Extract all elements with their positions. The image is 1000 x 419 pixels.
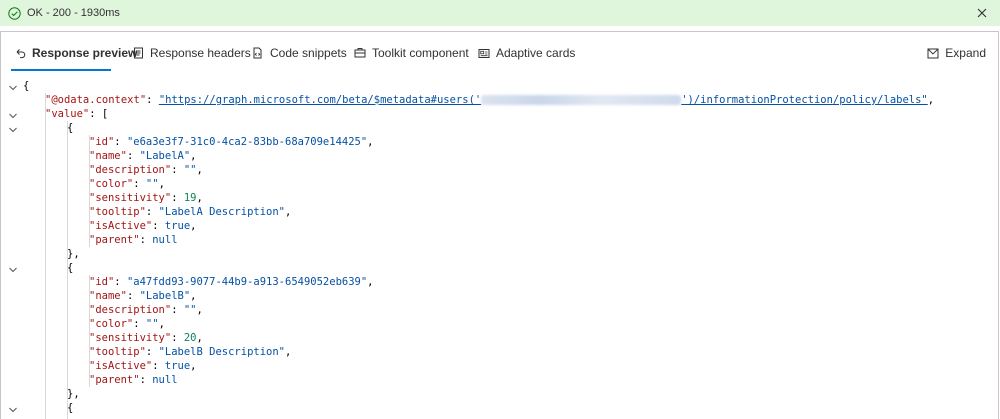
json-object-close: }, [67,248,80,260]
json-line-sensitivity: "sensitivity": 19, [89,192,203,204]
fold-chevron-icon[interactable] [8,83,18,93]
document-icon [131,46,145,60]
json-line-id: "id": "e6a3e3f7-31c0-4ca2-83bb-68a709e14… [89,136,374,148]
response-panel: Response preview Response headers Code s… [0,31,999,419]
json-open-brace: { [23,80,30,92]
redacted-user-id [481,95,682,105]
close-icon[interactable] [974,5,990,21]
json-object-open: { [67,122,74,134]
json-object-close: }, [67,388,80,400]
tab-label: Adaptive cards [496,46,576,60]
json-viewer: { "@odata.context": "https://graph.micro… [1,79,998,419]
status-bar: OK - 200 - 1930ms [0,0,1000,26]
json-object-open: { [67,262,74,274]
expand-icon [926,46,940,60]
json-line-description: "description": "", [89,304,203,316]
fold-chevron-icon[interactable] [8,405,18,415]
json-line-parent: "parent": null [89,234,178,246]
expand-button[interactable]: Expand [926,44,986,62]
tab-code-snippets[interactable]: Code snippets [251,44,347,62]
json-line-name: "name": "LabelA", [89,150,197,162]
json-line-isactive: "isActive": true, [89,220,197,232]
indent-guide [45,93,46,419]
expand-label: Expand [945,46,986,60]
json-line-value: "value": [ [45,108,109,120]
check-circle-icon [8,6,21,20]
json-line-tooltip: "tooltip": "LabelA Description", [89,206,292,218]
json-line-description: "description": "", [89,164,203,176]
active-tab-indicator [11,69,111,71]
card-icon [477,46,491,60]
fold-chevron-icon[interactable] [8,265,18,275]
json-line-isactive: "isActive": true, [89,360,197,372]
json-line-color: "color": "", [89,318,165,330]
tab-response-preview[interactable]: Response preview [13,44,137,62]
tab-adaptive-cards[interactable]: Adaptive cards [477,44,575,62]
json-line-sensitivity: "sensitivity": 20, [89,332,203,344]
json-object-open: { [67,402,74,414]
tab-toolkit-component[interactable]: Toolkit component [353,44,469,62]
tab-response-headers[interactable]: Response headers [131,44,251,62]
fold-chevron-icon[interactable] [8,111,18,121]
json-line-color: "color": "", [89,178,165,190]
json-line-name: "name": "LabelB", [89,290,197,302]
json-line-id: "id": "a47fdd93-9077-44b9-a913-6549052eb… [89,276,374,288]
tab-label: Toolkit component [372,46,469,60]
json-key: "@odata.context" [45,94,147,106]
json-line-tooltip: "tooltip": "LabelB Description", [89,346,292,358]
status-text: OK - 200 - 1930ms [27,7,120,19]
json-line-parent: "parent": null [89,374,178,386]
tab-bar: Response preview Response headers Code s… [1,32,998,74]
fold-chevron-icon[interactable] [8,125,18,135]
code-snippet-icon [251,46,265,60]
tab-label: Response preview [32,46,138,60]
tab-label: Response headers [150,46,251,60]
json-line-context: "@odata.context": "https://graph.microso… [45,94,935,106]
tab-label: Code snippets [270,46,347,60]
toolkit-icon [353,46,367,60]
redo-arrow-icon [13,46,27,60]
context-url-link[interactable]: "https://graph.microsoft.com/beta/$metad… [159,94,928,106]
